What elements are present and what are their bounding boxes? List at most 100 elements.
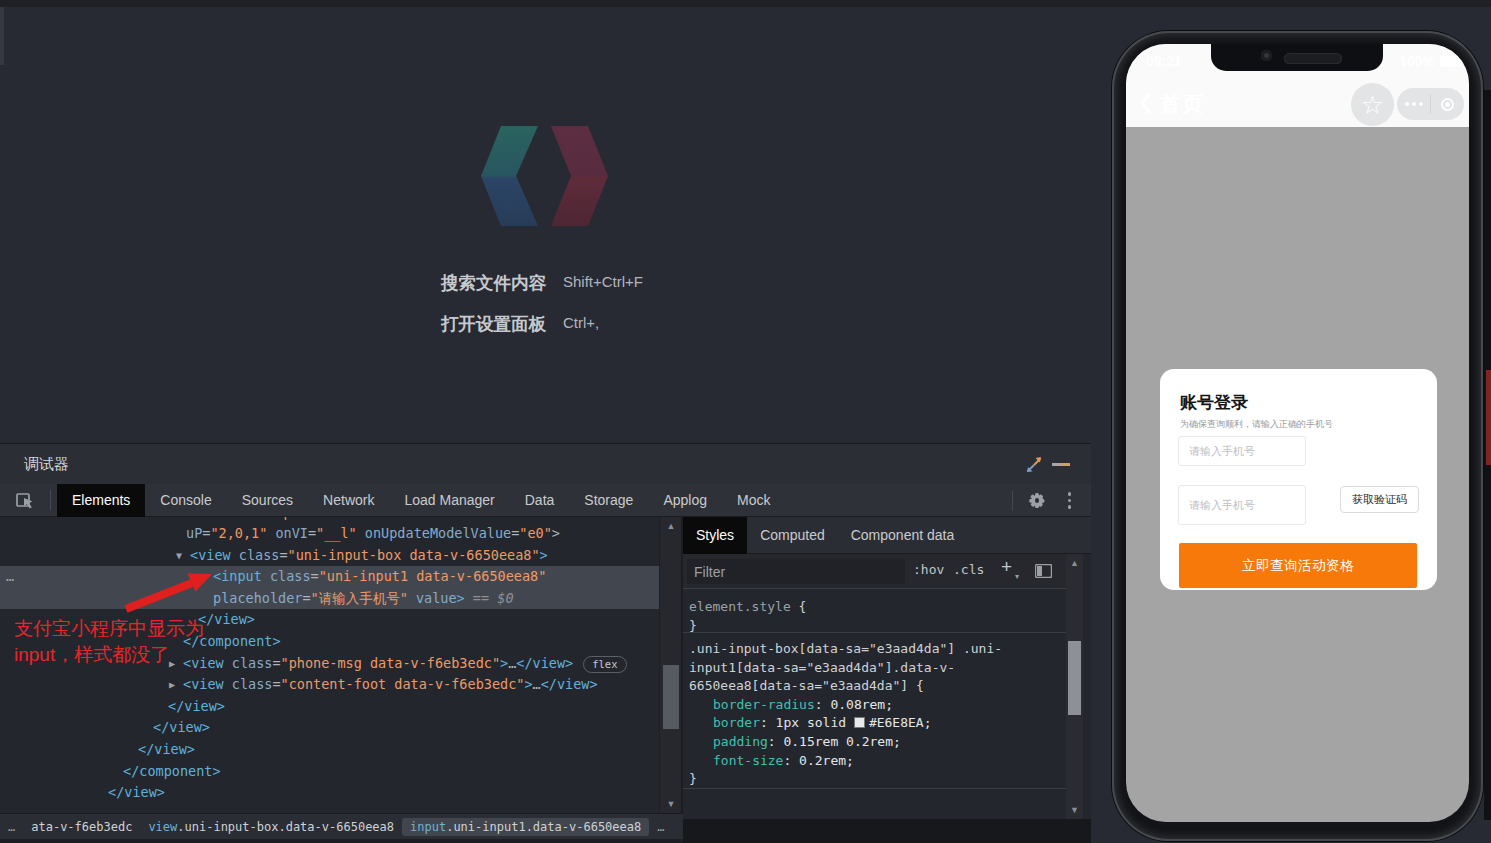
debugger-titlebar: 调试器 [0, 444, 1091, 484]
dom-tree-row[interactable]: ▶<view class="content-foot data-v-f6eb3e… [0, 674, 659, 696]
css-property[interactable]: border: 1px solid #E6E8EA; [689, 714, 1074, 733]
new-style-rule-button[interactable]: + [1001, 556, 1012, 578]
toolbar-separator [50, 490, 51, 510]
scroll-up-icon[interactable]: ▲ [660, 521, 682, 531]
tab-console[interactable]: Console [145, 484, 226, 517]
shortcut-search-keys: Shift+Ctrl+F [563, 273, 643, 290]
elements-scrollbar-thumb[interactable] [663, 665, 679, 729]
code-token: onI [430, 517, 463, 520]
code-token: … [533, 676, 541, 692]
breadcrumb-overflow[interactable]: … [0, 818, 23, 836]
styles-tabs: StylesComputedComponent data [683, 517, 1091, 554]
tab-network[interactable]: Network [308, 484, 389, 517]
code-token: "volatile" [471, 517, 552, 520]
code-token: class [224, 676, 273, 692]
breadcrumb: …ata-v-f6eb3edcview.uni-input-box.data-v… [0, 813, 683, 839]
dom-tree-row[interactable]: </view> [0, 696, 659, 718]
code-token: = [462, 517, 470, 520]
breadcrumb-item[interactable]: view.uni-input-box.data-v-6650eea8 [140, 818, 402, 836]
styles-tab-computed[interactable]: Computed [747, 517, 838, 554]
close-minip-button[interactable] [1431, 98, 1464, 111]
css-property[interactable]: border-radius: 0.08rem; [689, 696, 1074, 715]
elements-scrollbar[interactable]: ▲ ▼ [659, 517, 681, 813]
tab-mock[interactable]: Mock [722, 484, 785, 517]
minimize-icon[interactable] [1052, 463, 1070, 466]
inspect-element-button[interactable] [0, 490, 50, 510]
styles-pane: StylesComputedComponent data Filter :hov… [683, 517, 1091, 819]
element-style-section[interactable]: element.style { } [683, 589, 1074, 633]
code-token: = [311, 568, 319, 584]
styles-scrollbar-thumb[interactable] [1068, 641, 1081, 715]
submit-button[interactable]: 立即查询活动资格 [1179, 543, 1417, 588]
code-token: uP [186, 525, 202, 541]
styles-scroll-down-icon[interactable]: ▼ [1066, 805, 1083, 815]
code-token: > [457, 590, 465, 606]
dom-tree-row[interactable]: ▼<view class="uni-input-box data-v-6650e… [0, 545, 659, 567]
code-token: </view> [168, 698, 225, 714]
collapsed-arrow-icon[interactable]: ▶ [169, 653, 175, 675]
tab-load-manager[interactable]: Load Manager [389, 484, 509, 517]
dom-tree-row[interactable]: …<input class="uni-input1 data-v-6650eea… [0, 566, 659, 588]
debugger-panel: 调试器 ElementsConsoleSourcesNetworkLoad Ma… [0, 443, 1091, 843]
css-property[interactable]: font-size: 0.2rem; [689, 752, 1074, 771]
dom-tree-row[interactable]: </view> [0, 717, 659, 739]
hov-toggle[interactable]: :hov [913, 562, 944, 577]
bottom-strip [0, 839, 683, 843]
toolbar-separator-right [1012, 491, 1013, 511]
get-code-button[interactable]: 获取验证码 [1340, 486, 1419, 513]
styles-scrollbar[interactable]: ▲ ▼ [1066, 554, 1083, 819]
styles-scroll-up-icon[interactable]: ▲ [1066, 558, 1083, 568]
collapsed-arrow-icon[interactable]: ▶ [169, 674, 175, 696]
hbuilderx-logo [481, 126, 608, 226]
more-menu-button[interactable] [1397, 102, 1430, 106]
gear-icon[interactable] [1029, 492, 1046, 509]
css-property[interactable]: padding: 0.15rem 0.2rem; [689, 733, 1074, 752]
cls-toggle[interactable]: .cls [953, 562, 984, 577]
speaker-grille [1284, 53, 1342, 64]
scroll-down-icon[interactable]: ▼ [660, 799, 682, 809]
tab-sources[interactable]: Sources [227, 484, 308, 517]
color-swatch[interactable] [854, 717, 865, 728]
code-token: $0 [497, 590, 513, 606]
code-token: "uni-input" [227, 517, 316, 520]
breadcrumb-overflow[interactable]: … [649, 818, 672, 836]
css-property-name: padding [713, 734, 768, 749]
battery-icon [1440, 56, 1462, 67]
row-menu-dots[interactable]: … [6, 566, 15, 588]
crumb-part: .uni-input-box.data-v-6650eea8 [177, 820, 394, 834]
back-button[interactable] [1139, 90, 1153, 116]
code-token: <input [213, 568, 262, 584]
inspect-icon [15, 490, 35, 510]
breadcrumb-item[interactable]: input.uni-input1.data-v-6650eea8 [402, 818, 649, 836]
dom-tree-row[interactable]: uP="2,0,1" onVI="__l" onUpdateModelValue… [0, 523, 659, 545]
dom-tree-row[interactable]: </view> [0, 739, 659, 761]
tab-data[interactable]: Data [510, 484, 570, 517]
css-rule-section[interactable]: .uni-input-box[data-sa="e3aad4da"] .uni-… [683, 634, 1074, 789]
styles-tab-component-data[interactable]: Component data [838, 517, 968, 554]
verify-code-input[interactable]: 请输入手机号 [1178, 485, 1306, 525]
code-token: </component> [123, 763, 221, 779]
code-token: <view [183, 655, 224, 671]
dom-tree-row[interactable]: placeholder="请输入手机号" value> == $0 [0, 588, 659, 610]
tab-applog[interactable]: Applog [648, 484, 722, 517]
tab-storage[interactable]: Storage [569, 484, 648, 517]
tab-elements[interactable]: Elements [57, 484, 145, 517]
code-token: "__l" [316, 525, 357, 541]
panel-toggle-icon[interactable] [1035, 564, 1052, 578]
close-brace: } [689, 618, 697, 633]
styles-tab-styles[interactable]: Styles [683, 517, 747, 554]
dom-tree-row[interactable]: </view> [0, 782, 659, 804]
flex-badge[interactable]: flex [583, 656, 626, 673]
phone-number-input[interactable]: 请输入手机号 [1178, 436, 1306, 466]
more-options-icon[interactable] [1062, 492, 1078, 509]
code-token: = [279, 547, 287, 563]
breadcrumb-item[interactable]: ata-v-f6eb3edc [23, 818, 140, 836]
code-token: <view [183, 676, 224, 692]
styles-filter-input[interactable]: Filter [687, 559, 905, 584]
shortcut-settings-keys: Ctrl+, [563, 314, 599, 331]
code-token: value [408, 590, 457, 606]
css-property-value: : 0.15rem 0.2rem; [768, 734, 901, 749]
expand-icon[interactable] [1024, 455, 1044, 475]
favorite-button[interactable]: ☆ [1351, 83, 1394, 126]
dom-tree-row[interactable]: </component> [0, 761, 659, 783]
